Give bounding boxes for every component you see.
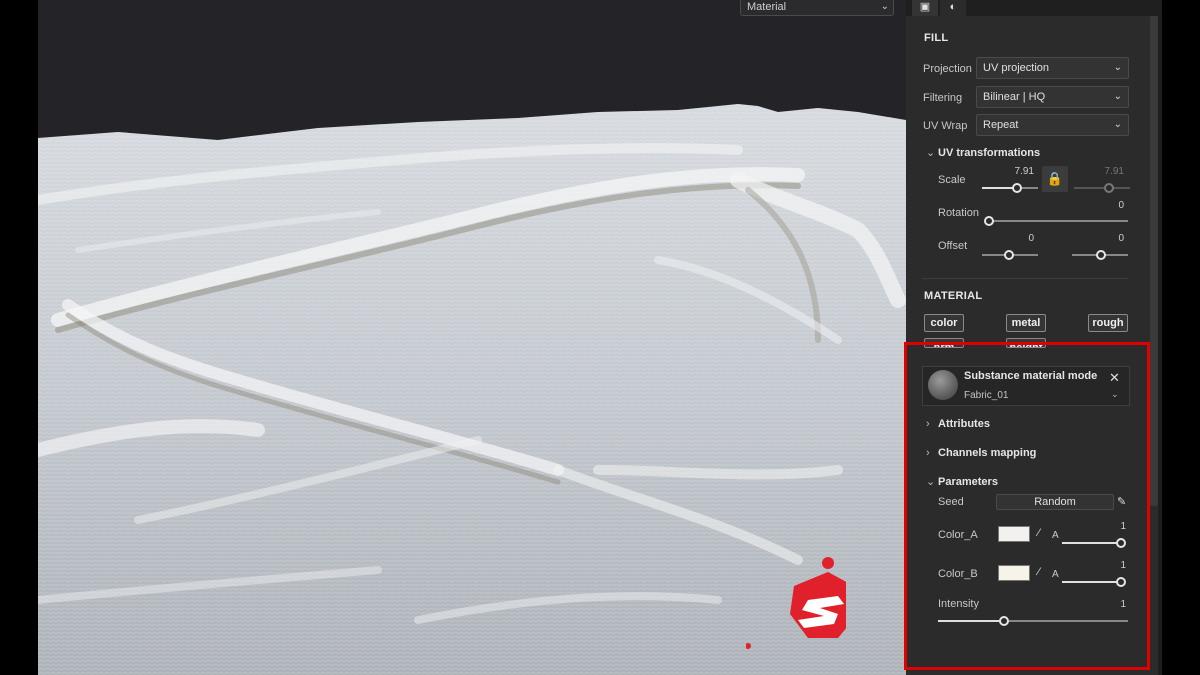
offset-v-value: 0 xyxy=(1118,233,1124,244)
panel-scrollbar[interactable] xyxy=(1150,16,1158,506)
substance-logo xyxy=(746,557,846,649)
letterbox-right xyxy=(1162,0,1200,675)
offset-u-knob[interactable] xyxy=(1004,250,1014,260)
offset-v-knob[interactable] xyxy=(1096,250,1106,260)
uvwrap-select[interactable]: Repeat ⌄ xyxy=(976,114,1129,136)
scale-v-knob xyxy=(1104,183,1114,193)
chevron-down-icon: ⌄ xyxy=(1113,91,1122,102)
uv-transformations-header[interactable]: ⌄ UV transformations xyxy=(926,146,1040,159)
view-mode-value: Material xyxy=(747,1,787,13)
rotation-knob[interactable] xyxy=(984,216,994,226)
contrast-icon[interactable]: ◐ xyxy=(940,0,966,16)
chevron-down-icon: ⌄ xyxy=(880,1,889,12)
lock-icon[interactable]: 🔒 xyxy=(1042,166,1068,192)
fill-section-title: FILL xyxy=(924,32,949,44)
camera-icon[interactable]: ▣ xyxy=(912,0,938,16)
channel-color-toggle[interactable]: color xyxy=(924,314,964,332)
divider xyxy=(922,278,1128,279)
rotation-value: 0 xyxy=(1118,200,1124,211)
scale-label: Scale xyxy=(938,174,966,186)
channel-rough-toggle[interactable]: rough xyxy=(1088,314,1128,332)
rotation-label: Rotation xyxy=(938,207,979,219)
rotation-track[interactable] xyxy=(986,220,1128,222)
material-section-title: MATERIAL xyxy=(924,290,983,302)
filtering-label: Filtering xyxy=(923,92,963,104)
view-mode-select[interactable]: Material ⌄ xyxy=(740,0,894,16)
scale-v-track xyxy=(1074,187,1130,189)
chevron-down-icon: ⌄ xyxy=(926,147,936,159)
letterbox-left xyxy=(0,0,38,675)
channel-metal-toggle[interactable]: metal xyxy=(1006,314,1046,332)
offset-label: Offset xyxy=(938,240,968,252)
chevron-down-icon: ⌄ xyxy=(1113,119,1122,130)
panel-tabbar: ▣ ◐ xyxy=(906,0,1162,16)
offset-u-value: 0 xyxy=(1028,233,1034,244)
filtering-select[interactable]: Bilinear | HQ ⌄ xyxy=(976,86,1129,108)
uvwrap-label: UV Wrap xyxy=(923,120,968,132)
uvwrap-value: Repeat xyxy=(983,119,1019,131)
projection-value: UV projection xyxy=(983,62,1050,74)
uv-transformations-title: UV transformations xyxy=(938,147,1041,159)
scale-u-value: 7.91 xyxy=(1014,166,1034,177)
projection-label: Projection xyxy=(923,63,972,75)
projection-select[interactable]: UV projection ⌄ xyxy=(976,57,1129,79)
chevron-down-icon: ⌄ xyxy=(1113,62,1122,73)
filtering-value: Bilinear | HQ xyxy=(983,91,1046,103)
highlight-box xyxy=(904,342,1150,670)
scale-v-value: 7.91 xyxy=(1104,166,1124,177)
scale-u-knob[interactable] xyxy=(1012,183,1022,193)
